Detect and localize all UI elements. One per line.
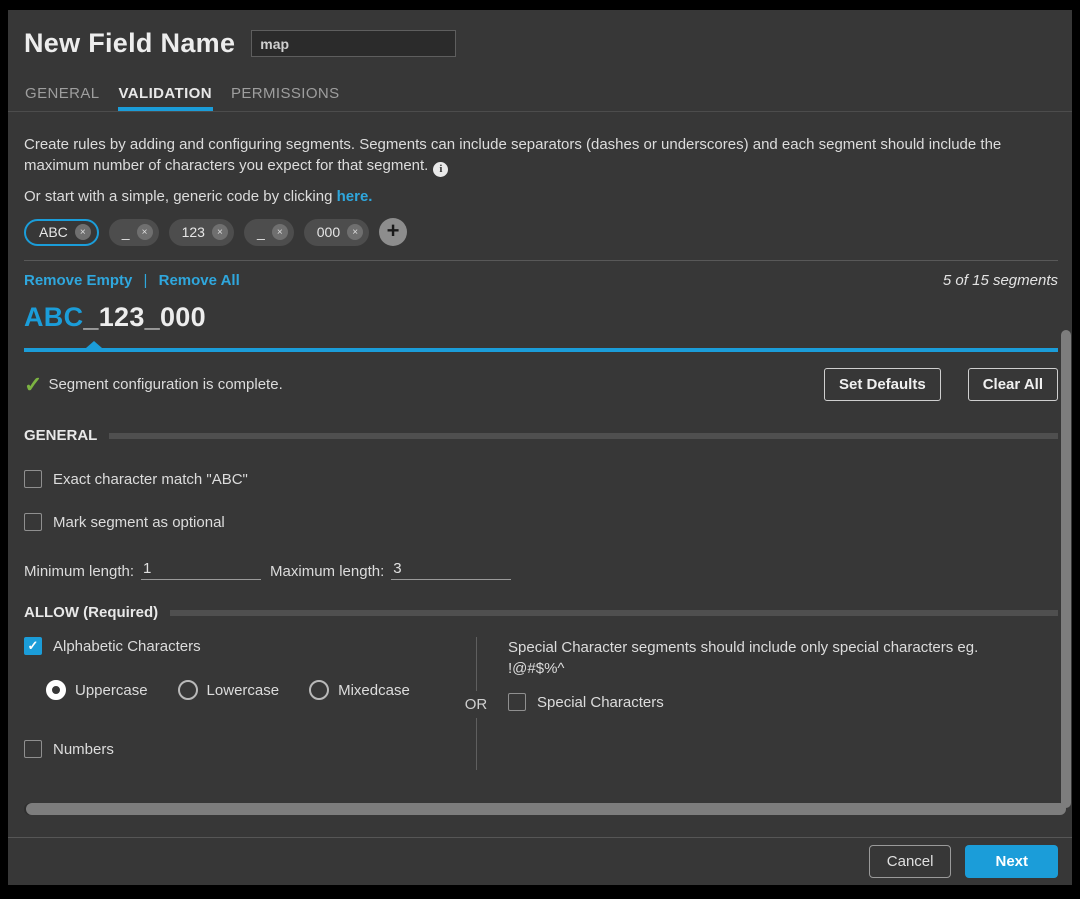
- preview-selected-segment: ABC: [24, 302, 83, 332]
- remove-all-link[interactable]: Remove All: [159, 272, 240, 289]
- clear-all-button[interactable]: Clear All: [968, 368, 1058, 401]
- exact-match-row: Exact character match "ABC": [24, 470, 1058, 488]
- general-section-title: GENERAL: [24, 427, 97, 444]
- allow-right-column: Special Character segments should includ…: [504, 637, 1058, 785]
- set-defaults-button[interactable]: Set Defaults: [824, 368, 941, 401]
- dialog-title: New Field Name: [24, 28, 235, 59]
- case-radio-group: Uppercase Lowercase Mixedcase: [46, 680, 448, 700]
- add-segment-button[interactable]: +: [379, 218, 407, 246]
- special-characters-note: Special Character segments should includ…: [508, 637, 1058, 679]
- segment-pointer-icon: [86, 341, 102, 348]
- lowercase-radio[interactable]: [178, 680, 198, 700]
- section-rule: [109, 433, 1058, 439]
- horizontal-scrollbar-thumb[interactable]: [26, 803, 1066, 815]
- length-row: Minimum length: Maximum length:: [24, 560, 1058, 580]
- segment-count: 5 of 15 segments: [943, 272, 1058, 289]
- segment-actions-row: Remove Empty | Remove All 5 of 15 segmen…: [24, 272, 1058, 289]
- alphabetic-label: Alphabetic Characters: [53, 638, 201, 655]
- dialog-header: New Field Name: [8, 10, 1072, 59]
- min-length-label: Minimum length:: [24, 563, 134, 580]
- segment-chip-sep2[interactable]: _ ×: [244, 219, 294, 246]
- success-check-icon: ✓: [24, 374, 42, 396]
- remove-empty-link[interactable]: Remove Empty: [24, 272, 132, 289]
- validation-panel: Create rules by adding and configuring s…: [8, 134, 1072, 815]
- max-length-input[interactable]: [391, 560, 511, 580]
- optional-label: Mark segment as optional: [53, 514, 225, 531]
- exact-match-label: Exact character match "ABC": [53, 471, 248, 488]
- new-field-dialog: New Field Name GENERAL VALIDATION PERMIS…: [8, 10, 1072, 885]
- lowercase-option: Lowercase: [178, 680, 280, 700]
- optional-checkbox[interactable]: [24, 513, 42, 531]
- allow-columns: ✓ Alphabetic Characters Uppercase Lowerc…: [24, 637, 1058, 785]
- segment-chip-list: ABC × _ × 123 × _ × 000 × +: [24, 218, 1058, 246]
- section-rule: [170, 610, 1058, 616]
- segment-chip-123[interactable]: 123 ×: [169, 219, 234, 246]
- section-divider: [24, 260, 1058, 261]
- remove-segment-icon[interactable]: ×: [272, 224, 288, 240]
- info-icon[interactable]: i: [433, 162, 448, 177]
- allow-left-column: ✓ Alphabetic Characters Uppercase Lowerc…: [24, 637, 448, 785]
- tab-validation[interactable]: VALIDATION: [118, 85, 213, 111]
- special-characters-row: Special Characters: [508, 693, 1058, 711]
- segment-chip-000[interactable]: 000 ×: [304, 219, 369, 246]
- cancel-button[interactable]: Cancel: [869, 845, 952, 878]
- min-length-input[interactable]: [141, 560, 261, 580]
- allow-section-title: ALLOW (Required): [24, 604, 158, 621]
- allow-section-header: ALLOW (Required): [24, 604, 1058, 621]
- next-button[interactable]: Next: [965, 845, 1058, 878]
- alphabetic-checkbox[interactable]: ✓: [24, 637, 42, 655]
- uppercase-label: Uppercase: [75, 682, 148, 699]
- mixedcase-option: Mixedcase: [309, 680, 410, 700]
- tab-general[interactable]: GENERAL: [24, 85, 101, 111]
- tab-bar: GENERAL VALIDATION PERMISSIONS: [8, 85, 1072, 112]
- code-preview: ABC_123_000: [24, 302, 1058, 333]
- status-row: ✓ Segment configuration is complete. Set…: [24, 368, 1058, 401]
- mixedcase-label: Mixedcase: [338, 682, 410, 699]
- remove-segment-icon[interactable]: ×: [212, 224, 228, 240]
- vertical-scrollbar[interactable]: [1061, 330, 1071, 808]
- numbers-label: Numbers: [53, 741, 114, 758]
- segment-chip-sep1[interactable]: _ ×: [109, 219, 159, 246]
- uppercase-option: Uppercase: [46, 680, 148, 700]
- uppercase-radio[interactable]: [46, 680, 66, 700]
- remove-segment-icon[interactable]: ×: [347, 224, 363, 240]
- remove-segment-icon[interactable]: ×: [75, 224, 91, 240]
- preview-underline: [24, 348, 1058, 352]
- alphabetic-row: ✓ Alphabetic Characters: [24, 637, 448, 655]
- special-characters-checkbox[interactable]: [508, 693, 526, 711]
- intro-text: Create rules by adding and configuring s…: [24, 134, 1034, 177]
- special-characters-label: Special Characters: [537, 694, 664, 711]
- exact-match-checkbox[interactable]: [24, 470, 42, 488]
- or-divider: OR: [448, 637, 504, 785]
- field-name-input[interactable]: [251, 30, 456, 57]
- tab-permissions[interactable]: PERMISSIONS: [230, 85, 341, 111]
- general-section-header: GENERAL: [24, 427, 1058, 444]
- numbers-checkbox[interactable]: [24, 740, 42, 758]
- or-start-text: Or start with a simple, generic code by …: [24, 188, 1058, 205]
- lowercase-label: Lowercase: [207, 682, 280, 699]
- remove-segment-icon[interactable]: ×: [137, 224, 153, 240]
- mixedcase-radio[interactable]: [309, 680, 329, 700]
- segment-chip-abc[interactable]: ABC ×: [24, 219, 99, 246]
- optional-row: Mark segment as optional: [24, 513, 1058, 531]
- or-label: OR: [465, 696, 488, 713]
- status-message: Segment configuration is complete.: [48, 376, 282, 393]
- numbers-row: Numbers: [24, 740, 448, 758]
- dialog-footer: Cancel Next: [8, 837, 1072, 885]
- here-link[interactable]: here.: [337, 188, 373, 205]
- max-length-label: Maximum length:: [270, 563, 384, 580]
- link-separator: |: [144, 272, 148, 289]
- horizontal-scrollbar[interactable]: [24, 803, 1058, 815]
